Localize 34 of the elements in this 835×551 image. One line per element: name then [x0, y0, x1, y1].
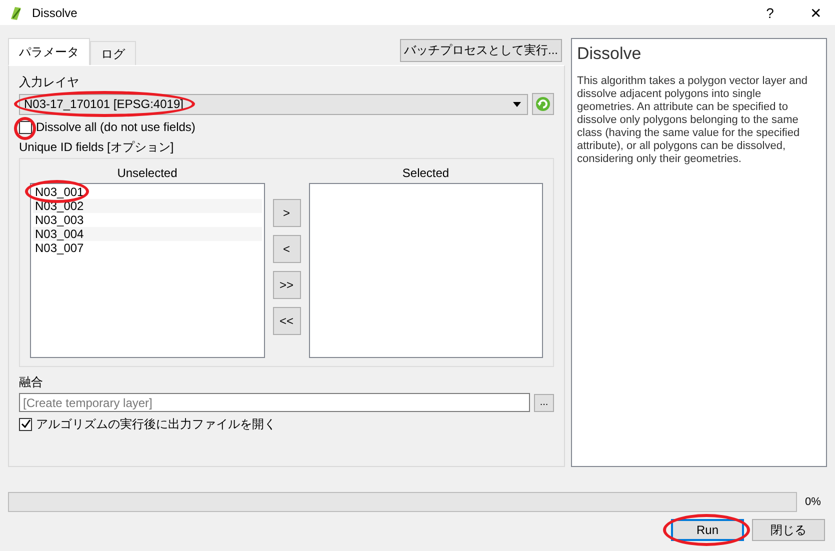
- unique-fields-label: Unique ID fields [オプション]: [19, 139, 175, 155]
- close-button[interactable]: ✕: [797, 0, 835, 25]
- refresh-icon: [535, 96, 551, 112]
- progress-reading: 0%: [805, 496, 821, 508]
- output-field[interactable]: [Create temporary layer]: [19, 393, 530, 412]
- list-item[interactable]: N03_007: [33, 241, 262, 255]
- list-item[interactable]: N03_002: [33, 199, 262, 213]
- move-button[interactable]: >>: [272, 271, 300, 299]
- dialog-button[interactable]: Run: [671, 519, 744, 541]
- checkbox[interactable]: [19, 418, 32, 430]
- list-item[interactable]: N03_003: [33, 213, 262, 227]
- move-button[interactable]: <<: [272, 307, 300, 335]
- batch-process-button[interactable]: バッチプロセスとして実行...: [400, 39, 562, 62]
- dropdown-arrow-icon: [513, 102, 521, 106]
- browse-button[interactable]: ...: [534, 394, 554, 412]
- app-logo-icon: [8, 4, 24, 20]
- checkbox[interactable]: [19, 120, 32, 134]
- list-item[interactable]: N03_004: [33, 227, 262, 241]
- checkbox-label: アルゴリズムの実行後に出力ファイルを開く: [36, 416, 276, 433]
- checkbox-label: Dissolve all (do not use fields): [36, 119, 196, 136]
- move-button[interactable]: <: [272, 235, 300, 263]
- tab[interactable]: ログ: [90, 41, 136, 65]
- column-heading: Selected: [401, 165, 450, 182]
- help-text: This algorithm takes a polygon vector layer and dissolve adjacent polygons into single geometries. An attribute can be specified to dissolve only polygons belonging to the same class (having the same value for the specified attribute), or all polygons can be dissolved, considering only their geometries.: [577, 75, 809, 166]
- tab[interactable]: パラメータ: [8, 38, 90, 65]
- help-button[interactable]: ?: [751, 0, 789, 25]
- move-button[interactable]: >: [272, 199, 300, 227]
- list-item[interactable]: N03_001: [33, 185, 262, 199]
- input-layer-label: 入力レイヤ: [19, 74, 80, 90]
- help-title: Dissolve: [577, 43, 642, 65]
- output-label: 融合: [19, 374, 44, 390]
- dialog-button[interactable]: 閉じる: [752, 519, 825, 541]
- column-heading: Unselected: [116, 165, 178, 182]
- window-title: Dissolve: [32, 6, 78, 20]
